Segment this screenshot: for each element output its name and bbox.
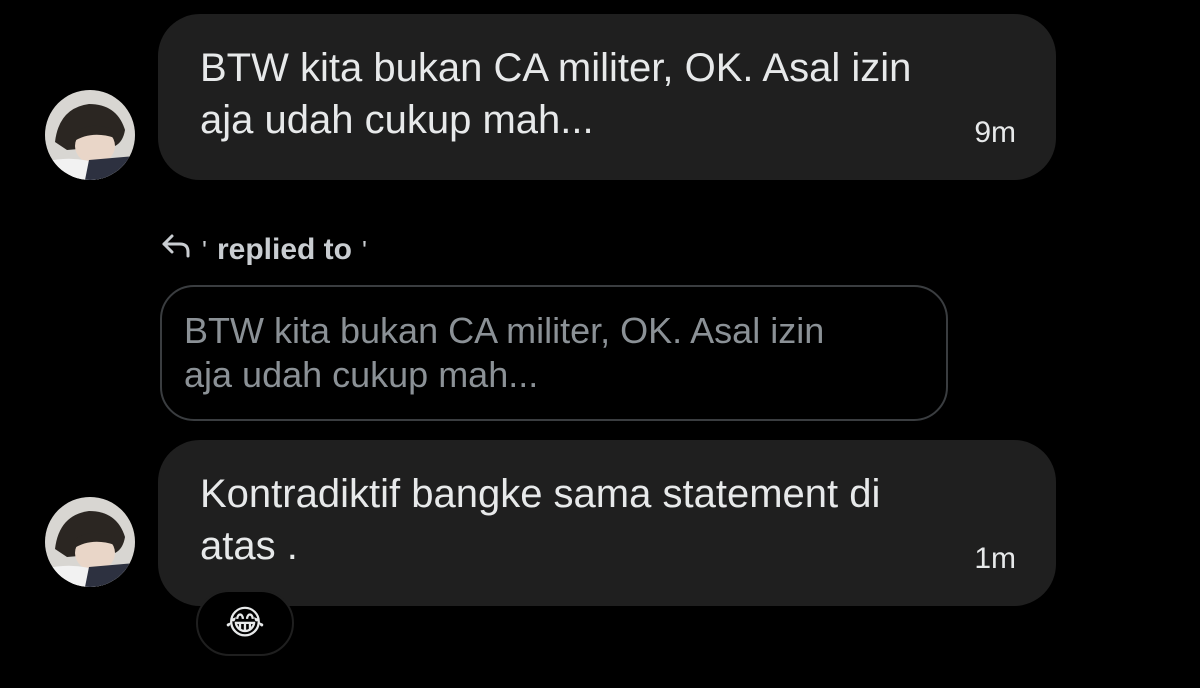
avatar[interactable] bbox=[45, 90, 135, 180]
quoted-text-line: aja udah cukup mah... bbox=[184, 354, 539, 395]
message-bubble[interactable]: Kontradiktif bangke sama statement di at… bbox=[158, 440, 1056, 606]
laughing-emoji-icon: 😂 bbox=[225, 604, 265, 642]
message-text: Kontradiktif bangke sama statement di at… bbox=[200, 468, 1000, 572]
message-text-line: Kontradiktif bangke sama statement di bbox=[200, 472, 881, 516]
replied-to-label[interactable]: ' replied to ' bbox=[160, 230, 367, 270]
reply-label-tick: ' bbox=[361, 234, 367, 265]
message-text-line: atas . bbox=[200, 524, 298, 568]
message-timestamp: 9m bbox=[974, 116, 1016, 149]
reply-arrow-icon bbox=[160, 232, 192, 268]
reply-label-tick: ' bbox=[202, 234, 207, 265]
message-bubble[interactable]: BTW kita bukan CA militer, OK. Asal izin… bbox=[158, 14, 1056, 180]
avatar[interactable] bbox=[45, 497, 135, 587]
quoted-message-text: BTW kita bukan CA militer, OK. Asal izin… bbox=[184, 309, 924, 397]
message-text-line: BTW kita bukan CA militer, OK. Asal izin bbox=[200, 46, 912, 90]
reply-label-text: replied to bbox=[216, 233, 352, 266]
avatar-image bbox=[45, 90, 135, 180]
message-text-line: aja udah cukup mah... bbox=[200, 98, 594, 142]
avatar-image bbox=[45, 497, 135, 587]
quoted-message[interactable]: BTW kita bukan CA militer, OK. Asal izin… bbox=[160, 285, 948, 421]
message-timestamp: 1m bbox=[974, 542, 1016, 575]
message-text: BTW kita bukan CA militer, OK. Asal izin… bbox=[200, 42, 1000, 146]
quoted-text-line: BTW kita bukan CA militer, OK. Asal izin bbox=[184, 310, 825, 351]
reaction-badge[interactable]: 😂 bbox=[196, 590, 294, 656]
